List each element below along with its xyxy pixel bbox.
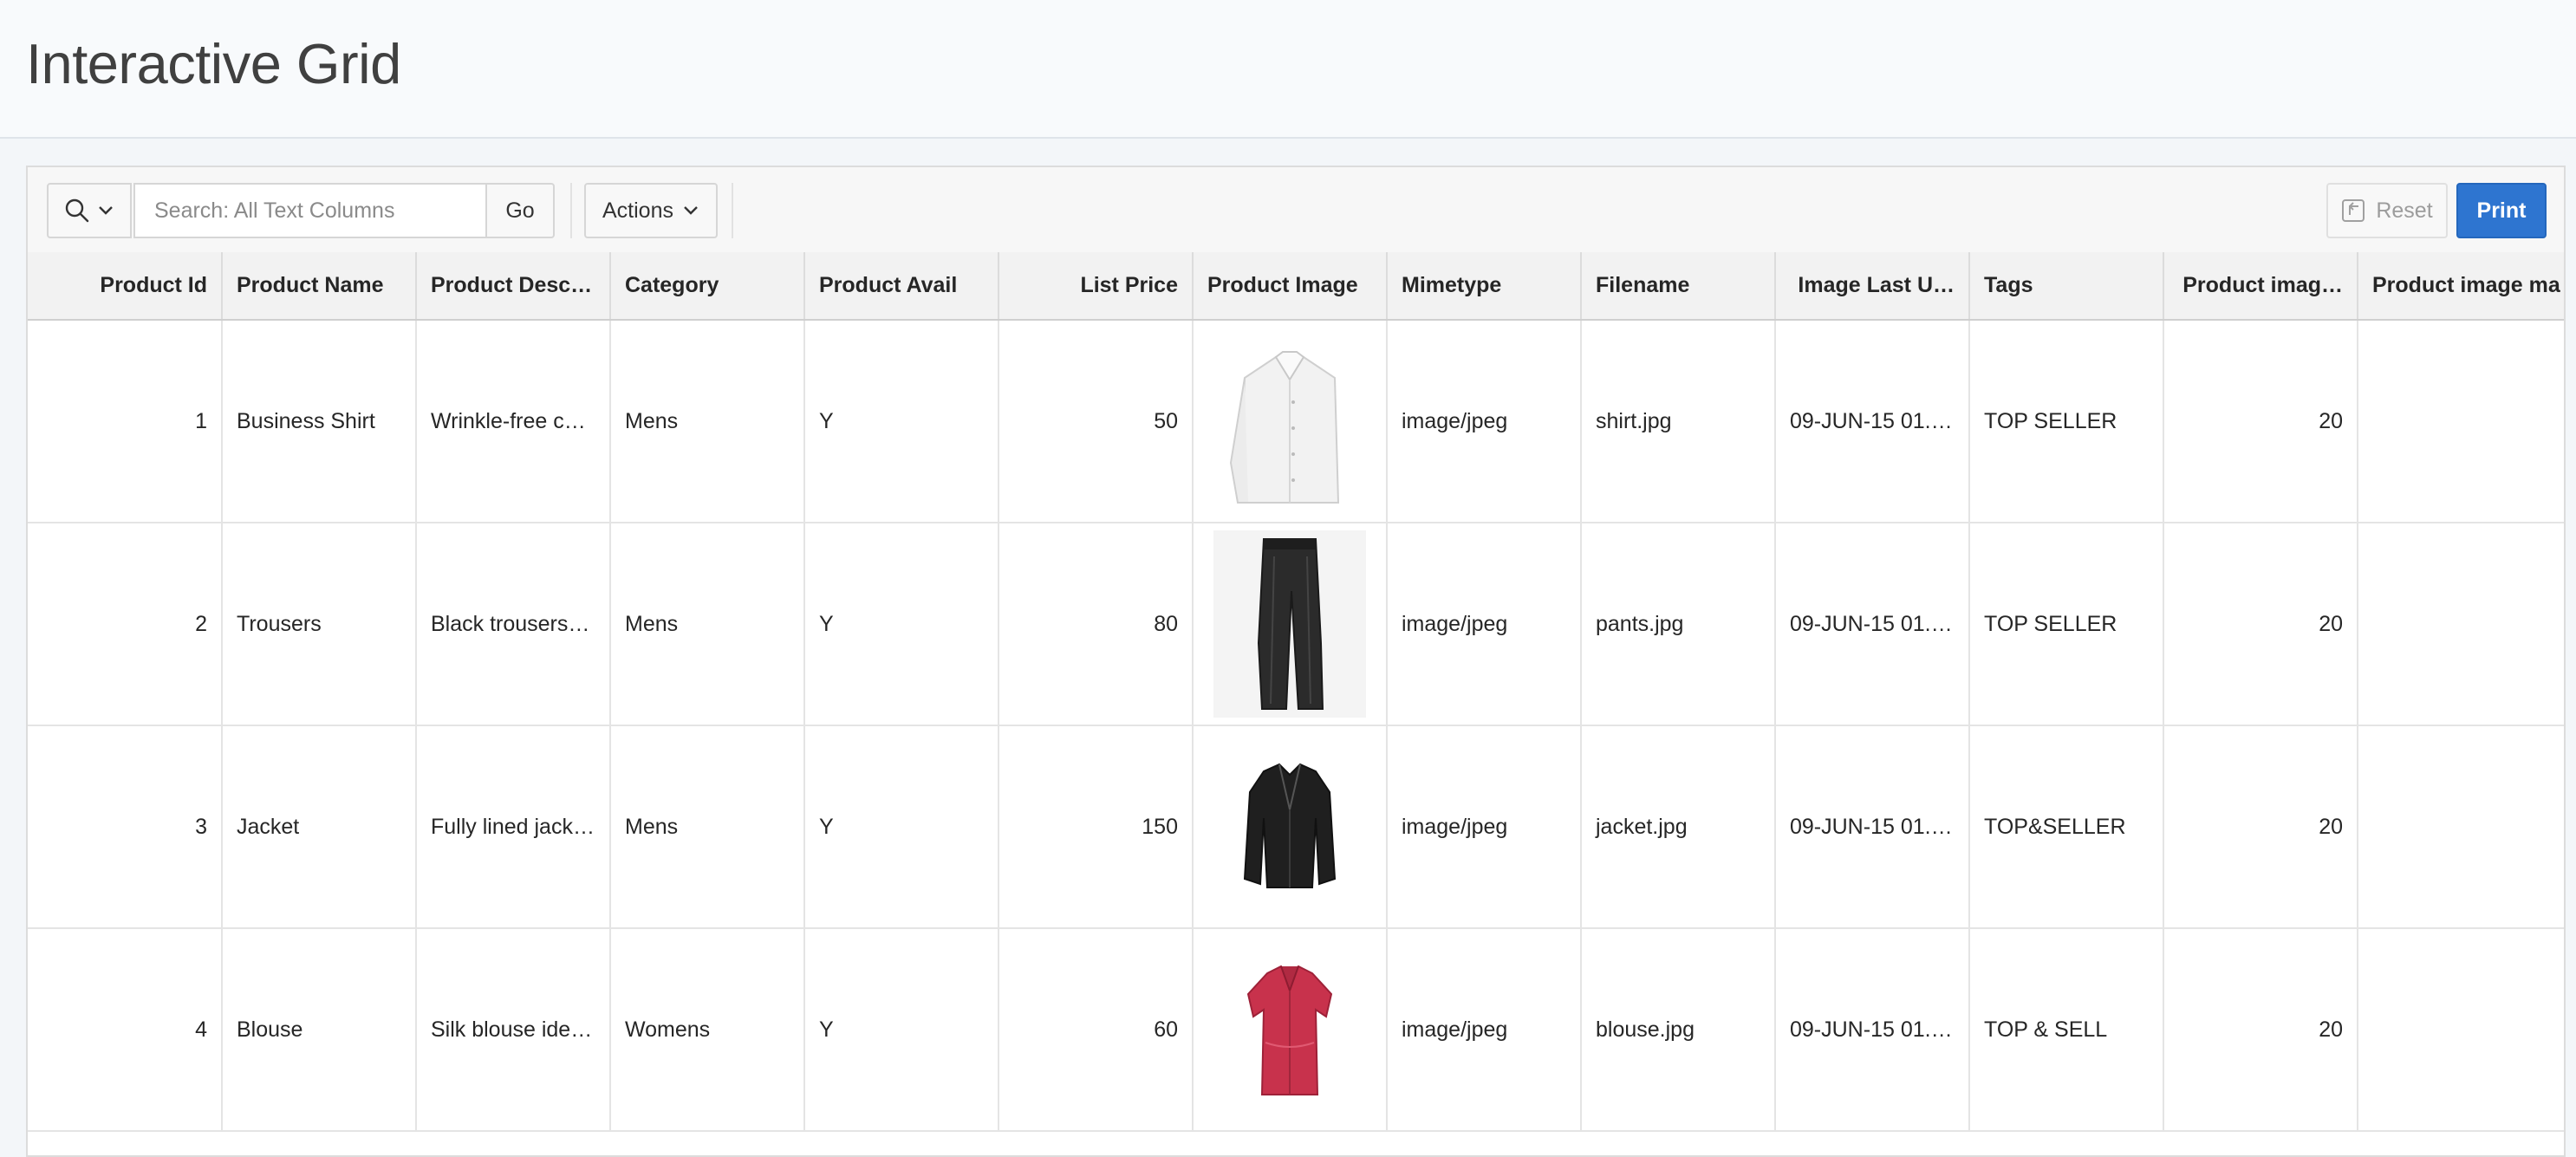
column-header-product-name[interactable]: Product Name [222, 252, 417, 321]
shirt-image [1213, 333, 1366, 510]
table-row[interactable]: 3 Jacket Fully lined jack… Mens Y 150 im… [28, 725, 2564, 929]
cell-product-image-number[interactable]: 20 [2163, 320, 2358, 523]
cell-image-last-updated[interactable]: 09-JUN-15 01.… [1775, 928, 1970, 1132]
cell-product-name[interactable]: Trousers [222, 523, 417, 726]
search-icon [65, 198, 89, 223]
column-header-image-last-updated[interactable]: Image Last U… [1775, 252, 1970, 321]
table-row[interactable]: 2 Trousers Black trousers … Mens Y 80 im… [28, 523, 2564, 726]
toolbar-divider [732, 183, 733, 238]
go-button[interactable]: Go [485, 183, 555, 238]
cell-product-avail[interactable]: Y [804, 523, 999, 726]
cell-product-id[interactable]: 4 [28, 928, 223, 1132]
grid-toolbar: Go Actions Reset Print [28, 167, 2564, 254]
reset-icon [2342, 199, 2365, 222]
cell-category[interactable]: Womens [610, 928, 805, 1132]
grid-header-row: Product Id Product Name Product Descr… C… [28, 252, 2564, 321]
cell-product-image[interactable] [1193, 928, 1388, 1132]
cell-product-description[interactable]: Silk blouse ide… [416, 928, 611, 1132]
cell-product-id[interactable]: 3 [28, 725, 223, 929]
cell-mimetype[interactable]: image/jpeg [1387, 725, 1582, 929]
cell-category[interactable]: Mens [610, 320, 805, 523]
reset-button[interactable]: Reset [2326, 183, 2448, 238]
column-header-product-image-ma[interactable]: Product image ma [2358, 252, 2564, 321]
cell-list-price[interactable]: 80 [999, 523, 1194, 726]
page-title: Interactive Grid [26, 32, 401, 95]
cell-product-description[interactable]: Wrinkle-free co… [416, 320, 611, 523]
cell-product-avail[interactable]: Y [804, 725, 999, 929]
trousers-image [1213, 530, 1366, 718]
cell-product-id[interactable]: 2 [28, 523, 223, 726]
cell-product-image[interactable] [1193, 725, 1388, 929]
cell-image-last-updated[interactable]: 09-JUN-15 01.… [1775, 725, 1970, 929]
column-header-list-price[interactable]: List Price [999, 252, 1194, 321]
cell-product-name[interactable]: Jacket [222, 725, 417, 929]
cell-product-image-ma[interactable] [2358, 320, 2564, 523]
cell-product-image[interactable] [1193, 320, 1388, 523]
cell-product-image-ma[interactable] [2358, 523, 2564, 726]
print-button[interactable]: Print [2456, 183, 2547, 238]
cell-product-id[interactable]: 1 [28, 320, 223, 523]
column-header-product-id[interactable]: Product Id [28, 252, 223, 321]
jacket-image [1213, 757, 1366, 896]
cell-filename[interactable]: pants.jpg [1581, 523, 1776, 726]
actions-label: Actions [602, 198, 673, 223]
cell-product-image-number[interactable]: 20 [2163, 725, 2358, 929]
cell-mimetype[interactable]: image/jpeg [1387, 320, 1582, 523]
column-header-product-image-number[interactable]: Product imag… [2163, 252, 2358, 321]
data-grid: Product Id Product Name Product Descr… C… [28, 252, 2564, 1132]
column-header-category[interactable]: Category [610, 252, 805, 321]
cell-image-last-updated[interactable]: 09-JUN-15 01.… [1775, 523, 1970, 726]
cell-product-image-number[interactable]: 20 [2163, 523, 2358, 726]
cell-list-price[interactable]: 60 [999, 928, 1194, 1132]
cell-list-price[interactable]: 50 [999, 320, 1194, 523]
cell-image-last-updated[interactable]: 09-JUN-15 01.… [1775, 320, 1970, 523]
page-header: Interactive Grid [0, 0, 2576, 139]
table-row[interactable]: 1 Business Shirt Wrinkle-free co… Mens Y… [28, 320, 2564, 523]
cell-product-image-number[interactable]: 20 [2163, 928, 2358, 1132]
cell-product-avail[interactable]: Y [804, 928, 999, 1132]
blouse-image [1213, 956, 1366, 1103]
cell-filename[interactable]: jacket.jpg [1581, 725, 1776, 929]
column-header-product-description[interactable]: Product Descr… [416, 252, 611, 321]
cell-product-image-ma[interactable] [2358, 725, 2564, 929]
cell-category[interactable]: Mens [610, 523, 805, 726]
cell-filename[interactable]: shirt.jpg [1581, 320, 1776, 523]
chevron-down-icon [99, 206, 113, 215]
column-header-filename[interactable]: Filename [1581, 252, 1776, 321]
cell-filename[interactable]: blouse.jpg [1581, 928, 1776, 1132]
cell-product-description[interactable]: Fully lined jack… [416, 725, 611, 929]
cell-product-image[interactable] [1193, 523, 1388, 726]
cell-mimetype[interactable]: image/jpeg [1387, 523, 1582, 726]
column-header-product-image[interactable]: Product Image [1193, 252, 1388, 321]
cell-list-price[interactable]: 150 [999, 725, 1194, 929]
column-header-mimetype[interactable]: Mimetype [1387, 252, 1582, 321]
cell-product-name[interactable]: Blouse [222, 928, 417, 1132]
column-header-product-avail[interactable]: Product Avail [804, 252, 999, 321]
cell-category[interactable]: Mens [610, 725, 805, 929]
search-input[interactable] [133, 183, 487, 238]
cell-product-name[interactable]: Business Shirt [222, 320, 417, 523]
search-column-menu-button[interactable] [47, 183, 132, 238]
cell-product-avail[interactable]: Y [804, 320, 999, 523]
column-header-tags[interactable]: Tags [1969, 252, 2164, 321]
table-row[interactable]: 4 Blouse Silk blouse ide… Womens Y 60 im… [28, 928, 2564, 1132]
toolbar-divider [570, 183, 572, 238]
actions-menu-button[interactable]: Actions [584, 183, 718, 238]
cell-tags[interactable]: TOP&SELLER [1969, 725, 2164, 929]
cell-mimetype[interactable]: image/jpeg [1387, 928, 1582, 1132]
chevron-down-icon [684, 206, 698, 215]
interactive-grid-region: Go Actions Reset Print Prod [26, 166, 2566, 1157]
cell-tags[interactable]: TOP & SELL [1969, 928, 2164, 1132]
cell-product-description[interactable]: Black trousers … [416, 523, 611, 726]
cell-tags[interactable]: TOP SELLER [1969, 523, 2164, 726]
cell-tags[interactable]: TOP SELLER [1969, 320, 2164, 523]
reset-label: Reset [2376, 198, 2433, 223]
cell-product-image-ma[interactable] [2358, 928, 2564, 1132]
